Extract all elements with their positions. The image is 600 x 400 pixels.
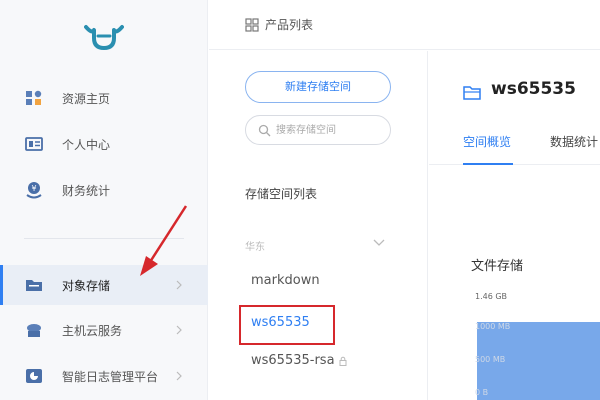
y-tick: 1.46 GB [475, 292, 508, 301]
sidebar-item-label: 对象存储 [62, 278, 111, 293]
sidebar-item-profile[interactable]: 个人中心 [0, 124, 208, 164]
bucket-item-selected[interactable]: ws65535 [251, 315, 310, 330]
storage-list-panel: 新建存储空间 存储空间列表 华东 markdown ws65535 ws6553… [209, 51, 428, 400]
chevron-right-icon [176, 371, 182, 381]
sidebar-item-label: 财务统计 [62, 183, 111, 198]
cloud-host-icon [27, 324, 41, 337]
sidebar-item-object-storage[interactable]: 对象存储 [0, 265, 208, 305]
tab-statistics[interactable]: 数据统计 [550, 133, 598, 150]
tab-overview[interactable]: 空间概览 [463, 133, 511, 150]
breadcrumb-bar: 产品列表 [209, 0, 600, 50]
id-card-icon [25, 137, 43, 151]
logo-icon[interactable] [84, 24, 124, 52]
region-label: 华东 [245, 242, 265, 253]
chevron-right-icon [176, 280, 182, 290]
dashboard-icon [26, 90, 42, 105]
chart-icon [26, 369, 42, 383]
bucket-name: ws65535-rsa [251, 353, 335, 368]
sidebar: 资源主页 个人中心 ¥ 财务统计 对象存储 主机云服务 智能日志管理平台 [0, 0, 208, 400]
chevron-right-icon [176, 325, 182, 335]
sidebar-item-label: 资源主页 [62, 91, 111, 106]
lock-icon [339, 356, 347, 366]
search-icon [258, 124, 271, 137]
sidebar-item-resources[interactable]: 资源主页 [0, 78, 208, 118]
y-tick: 0 B [475, 388, 489, 397]
search-input[interactable] [276, 122, 384, 138]
y-tick: 500 MB [475, 355, 506, 364]
sidebar-item-label: 主机云服务 [62, 323, 123, 338]
grid-icon[interactable] [245, 18, 259, 32]
bucket-title: ws65535 [491, 79, 576, 99]
storage-search [245, 115, 391, 145]
chevron-down-icon [373, 239, 385, 246]
bucket-item[interactable]: markdown [251, 273, 320, 288]
bucket-item[interactable]: ws65535-rsa [251, 353, 348, 368]
sidebar-divider [24, 238, 184, 239]
sidebar-item-finance[interactable]: ¥ 财务统计 [0, 170, 208, 210]
page-title[interactable]: 产品列表 [265, 16, 313, 33]
svg-text:¥: ¥ [31, 184, 36, 193]
folder-icon [26, 280, 42, 291]
new-storage-button[interactable]: 新建存储空间 [245, 71, 391, 103]
sidebar-item-log-platform[interactable]: 智能日志管理平台 [0, 356, 208, 396]
tab-bar: 空间概览 数据统计 [429, 129, 600, 165]
tab-indicator [463, 163, 513, 165]
folder-icon [463, 86, 481, 100]
finance-icon: ¥ [26, 182, 42, 199]
sidebar-item-label: 个人中心 [62, 137, 111, 152]
section-title: 文件存储 [471, 259, 524, 274]
y-tick: 1000 MB [475, 322, 511, 331]
list-title: 存储空间列表 [245, 187, 318, 201]
region-selector[interactable]: 华东 [245, 235, 391, 253]
sidebar-item-label: 智能日志管理平台 [62, 369, 159, 384]
sidebar-item-cloud-host[interactable]: 主机云服务 [0, 310, 208, 350]
